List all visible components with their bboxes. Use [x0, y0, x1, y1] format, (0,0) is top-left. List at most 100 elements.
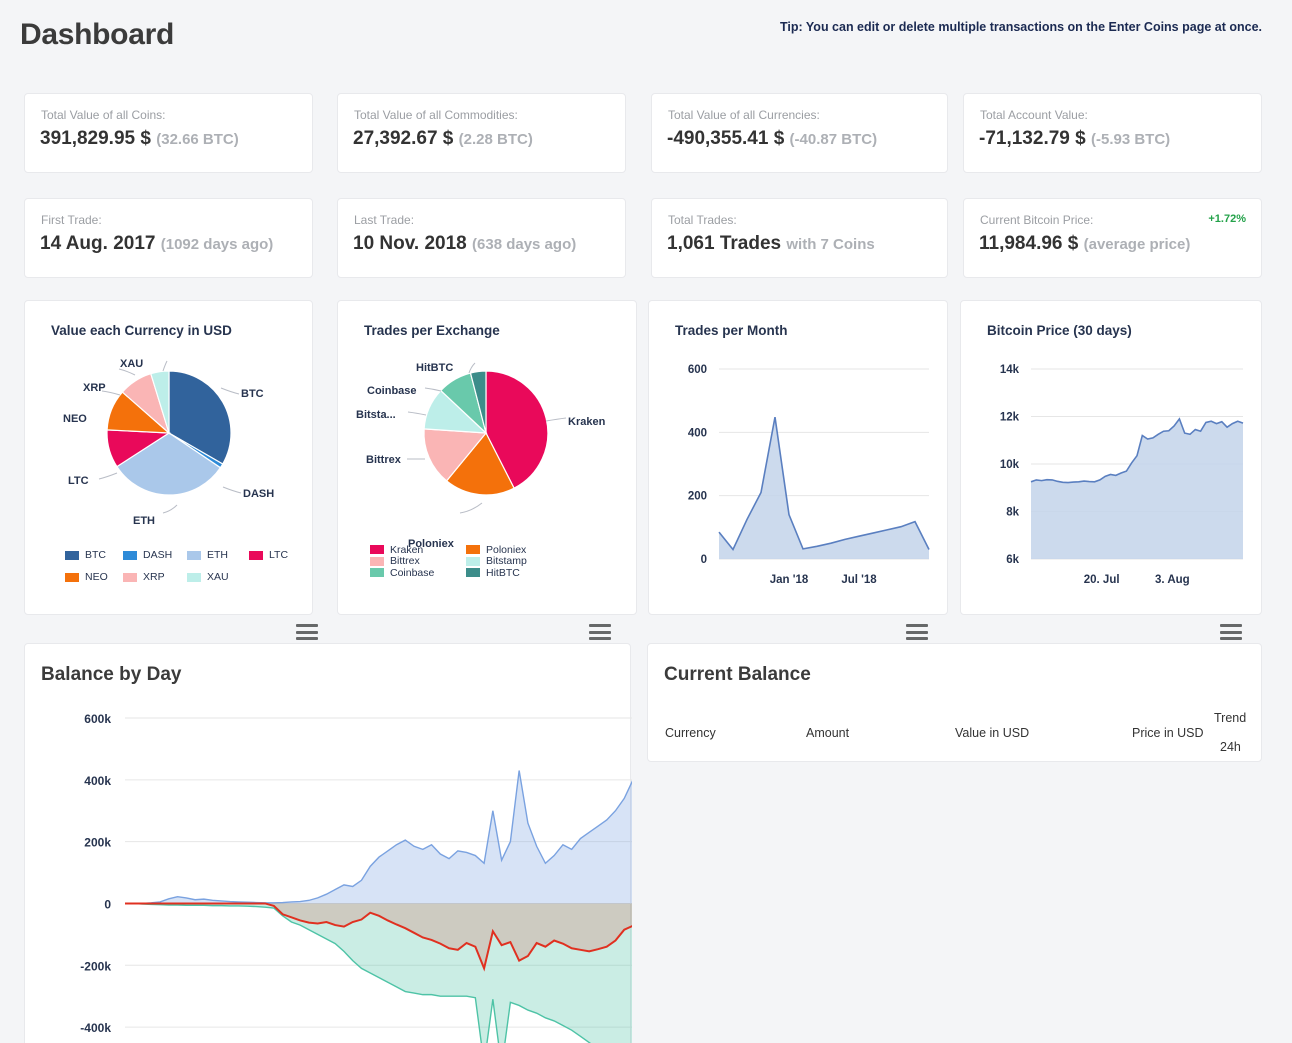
legend-label: Bittrex — [390, 555, 420, 568]
stat-value-main: 11,984.96 $ — [979, 233, 1079, 254]
stat-label: Total Trades: — [668, 213, 737, 227]
legend-item[interactable]: NEO — [65, 566, 123, 588]
svg-text:200k: 200k — [84, 836, 111, 850]
panel-balance-by-day: Balance by Day Area in USD All data -400… — [24, 643, 632, 1043]
stat-value-sub: (average price) — [1083, 236, 1191, 253]
chart-card-trades-per-month: Trades per Month 0 200 400 600 Jan '18 Jul '1… — [648, 300, 948, 640]
chart-menu-icon[interactable] — [1220, 624, 1242, 640]
legend-label: Kraken — [390, 543, 424, 556]
legend-swatch-kraken — [370, 545, 384, 555]
pie-slice-label-eth: ETH — [133, 515, 155, 527]
svg-text:12k: 12k — [1000, 412, 1020, 424]
svg-text:-200k: -200k — [80, 959, 111, 973]
chart-menu-icon[interactable] — [296, 624, 318, 640]
chart-legend-currencies: BTC DASH ETH LTC NEO XRP XAU — [65, 544, 305, 588]
legend-swatch-eth — [187, 550, 201, 560]
legend-item[interactable]: Poloniex — [466, 544, 576, 556]
pie-slice-label-bitstamp: Bitsta... — [356, 409, 396, 421]
pie-chart-currencies: BTC DASH ETH LTC NEO XRP XAU — [63, 358, 274, 527]
stat-card-total-trades: Total Trades: 1,061 Trades with 7 Coins — [651, 198, 948, 278]
legend-swatch-hitbtc — [466, 568, 480, 578]
legend-swatch-bitstamp — [466, 556, 480, 566]
area-chart-trades-per-month: 0 200 400 600 Jan '18 Jul '18 — [688, 364, 930, 586]
svg-text:400: 400 — [688, 427, 707, 439]
stat-value-sub: (-40.87 BTC) — [789, 131, 878, 148]
legend-item[interactable]: Kraken — [370, 544, 466, 556]
legend-swatch-neo — [65, 572, 79, 582]
stat-value: 10 Nov. 2018 (638 days ago) — [353, 233, 576, 255]
legend-swatch-ltc — [249, 550, 263, 560]
legend-label: XAU — [207, 571, 229, 583]
legend-item[interactable]: HitBTC — [466, 567, 576, 579]
chart-menu-icon[interactable] — [589, 624, 611, 640]
table-header-price-usd[interactable]: Price in USD — [1132, 726, 1204, 740]
legend-swatch-xrp — [123, 572, 137, 582]
stat-card-bitcoin-price: Current Bitcoin Price: +1.72% 11,984.96 … — [963, 198, 1262, 278]
stat-value: 11,984.96 $ (average price) — [979, 233, 1190, 255]
panel-title: Balance by Day — [41, 664, 182, 685]
legend-item[interactable]: DASH — [123, 544, 187, 566]
svg-text:3. Aug: 3. Aug — [1155, 574, 1190, 586]
legend-swatch-btc — [65, 550, 79, 560]
pie-slice-label-neo: NEO — [63, 413, 87, 425]
pie-chart-exchanges: Kraken Poloniex Bittrex Bitsta... Coinba… — [356, 362, 606, 550]
table-header-trend[interactable]: Trend — [1214, 711, 1246, 725]
svg-text:20. Jul: 20. Jul — [1084, 574, 1120, 586]
legend-item[interactable]: XRP — [123, 566, 187, 588]
pie-slice-label-hitbtc: HitBTC — [416, 362, 453, 374]
stat-value-main: 391,829.95 $ — [40, 128, 151, 149]
chart-card-value-each-currency: Value each Currency in USD BTC DASH ETH … — [24, 300, 318, 640]
svg-text:400k: 400k — [84, 774, 111, 788]
legend-item[interactable]: BTC — [65, 544, 123, 566]
svg-text:0: 0 — [701, 554, 707, 566]
legend-item[interactable]: ETH — [187, 544, 249, 566]
stat-label: Total Value of all Currencies: — [668, 108, 820, 122]
stat-label: Total Value of all Coins: — [41, 108, 166, 122]
stat-label: Last Trade: — [354, 213, 415, 227]
stat-value: 14 Aug. 2017 (1092 days ago) — [40, 233, 273, 255]
chart-legend-exchanges: Kraken Poloniex Bittrex Bitstamp Coinbas… — [370, 544, 610, 579]
legend-item[interactable]: Coinbase — [370, 567, 466, 579]
svg-text:200: 200 — [688, 491, 707, 503]
legend-swatch-poloniex — [466, 545, 480, 555]
legend-item[interactable]: XAU — [187, 566, 249, 588]
legend-swatch-bittrex — [370, 556, 384, 566]
stat-value-main: -490,355.41 $ — [667, 128, 785, 149]
legend-label: Poloniex — [486, 543, 527, 556]
pie-slice-label-btc: BTC — [241, 388, 264, 400]
area-chart-bitcoin-price: 6k 8k 10k 12k 14k 20. Jul 3. Aug — [1000, 364, 1244, 586]
legend-swatch-coinbase — [370, 568, 384, 578]
stat-value-sub: with 7 Coins — [786, 236, 875, 253]
legend-swatch-dash — [123, 550, 137, 560]
stat-value-main: 14 Aug. 2017 — [40, 233, 156, 254]
legend-item[interactable]: LTC — [249, 544, 305, 566]
stat-value-sub: (-5.93 BTC) — [1090, 131, 1171, 148]
table-header-trend-period[interactable]: 24h — [1220, 740, 1241, 754]
legend-item[interactable]: Bitstamp — [466, 555, 576, 567]
svg-text:0: 0 — [104, 897, 111, 911]
page-title: Dashboard — [20, 18, 174, 51]
svg-text:Jul '18: Jul '18 — [841, 574, 877, 586]
svg-text:6k: 6k — [1006, 554, 1019, 566]
legend-item[interactable]: Bittrex — [370, 555, 466, 568]
pie-slice-label-xau: XAU — [120, 358, 143, 370]
pie-slice-label-coinbase: Coinbase — [367, 385, 417, 397]
stat-value-sub: (638 days ago) — [472, 236, 577, 253]
table-header-currency[interactable]: Currency — [665, 726, 716, 740]
stat-value: -71,132.79 $ (-5.93 BTC) — [979, 128, 1170, 150]
table-header-amount[interactable]: Amount — [806, 726, 849, 740]
stat-card-total-coins: Total Value of all Coins: 391,829.95 $ (… — [24, 93, 313, 173]
chart-title: Value each Currency in USD — [51, 323, 232, 338]
stat-label: Total Account Value: — [980, 108, 1088, 122]
pie-slice-label-kraken: Kraken — [568, 416, 606, 428]
legend-label: NEO — [85, 571, 108, 583]
table-header-value-usd[interactable]: Value in USD — [955, 726, 1029, 740]
pie-slice-label-bittrex: Bittrex — [366, 454, 402, 466]
chart-title: Trades per Exchange — [364, 323, 500, 338]
chart-menu-icon[interactable] — [906, 624, 928, 640]
chart-card-trades-per-exchange: Trades per Exchange Kraken Poloniex Bitt… — [337, 300, 637, 640]
legend-label: BTC — [85, 549, 106, 561]
svg-text:600k: 600k — [84, 712, 111, 726]
chart-title: Trades per Month — [675, 323, 788, 338]
stat-card-last-trade: Last Trade: 10 Nov. 2018 (638 days ago) — [337, 198, 626, 278]
